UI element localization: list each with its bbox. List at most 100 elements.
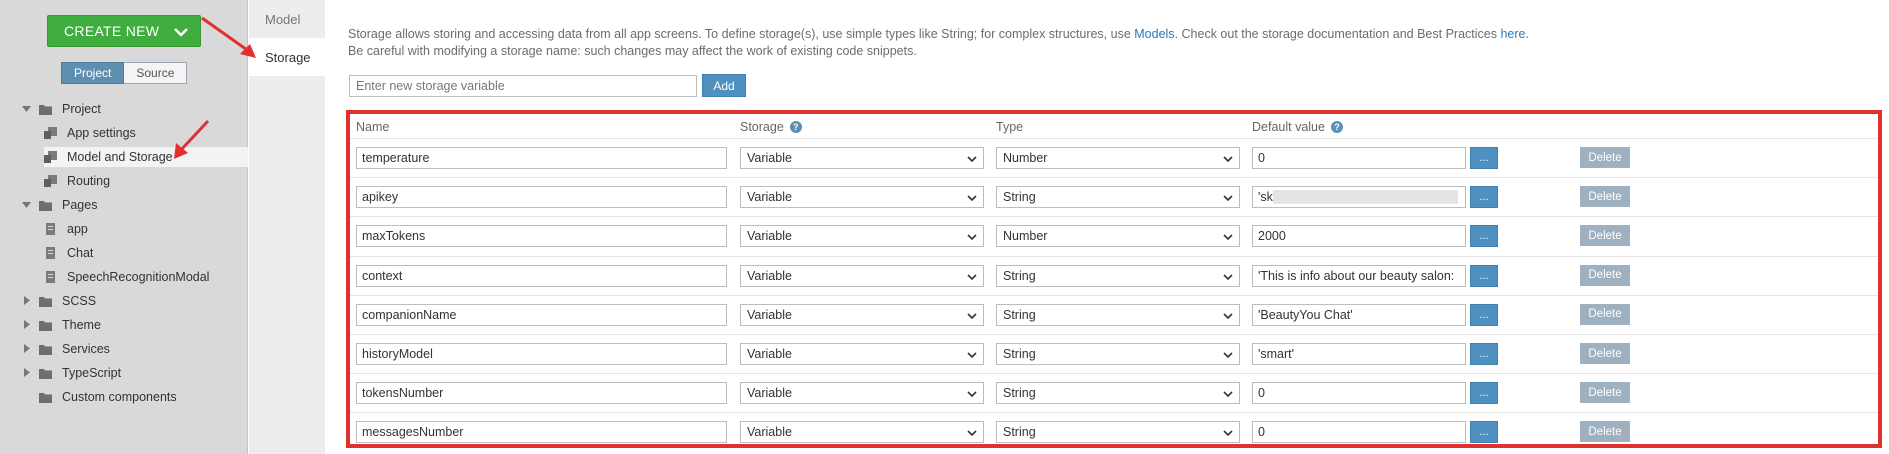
model-storage-nav: Model Storage [249, 0, 325, 454]
storage-select[interactable]: Variable [740, 264, 984, 287]
tree-item-speechrecognitionmodal[interactable]: SpeechRecognitionModal [44, 267, 209, 287]
tree-item-label: SCSS [62, 294, 97, 308]
edit-value-button[interactable]: ... [1470, 303, 1498, 326]
storage-select[interactable]: Variable [740, 343, 984, 365]
storage-select[interactable]: Variable [740, 303, 984, 326]
settings-page-icon [44, 127, 57, 139]
table-row: Variable String... Delete [350, 373, 1878, 412]
tab-model[interactable]: Model [249, 0, 325, 38]
storage-name-input[interactable] [356, 382, 727, 405]
add-variable-button[interactable]: Add [702, 74, 746, 97]
select-value: Variable [747, 229, 792, 244]
storage-name-input[interactable] [356, 186, 727, 209]
tree-item-label: Project [62, 102, 101, 116]
edit-value-button[interactable]: ... [1470, 264, 1498, 287]
default-value-input[interactable] [1252, 264, 1466, 287]
caret-right-icon[interactable] [22, 344, 32, 354]
storage-name-input[interactable] [356, 225, 727, 248]
page-icon [44, 247, 57, 259]
select-value: Variable [747, 307, 792, 322]
type-select[interactable]: Number [996, 147, 1240, 169]
type-select[interactable]: String [996, 186, 1240, 209]
tree-item-scss[interactable]: SCSS [22, 291, 96, 311]
info-warning: Be careful with modifying a storage name… [348, 44, 917, 58]
caret-right-icon[interactable] [22, 296, 32, 306]
default-value-input[interactable] [1252, 421, 1466, 444]
folder-icon [39, 295, 52, 307]
tree-item-theme[interactable]: Theme [22, 315, 101, 335]
caret-right-icon[interactable] [22, 368, 32, 378]
type-select[interactable]: String [996, 264, 1240, 287]
source-toggle-button[interactable]: Source [124, 62, 188, 84]
tab-storage[interactable]: Storage [249, 38, 325, 76]
storage-name-input[interactable] [356, 421, 727, 444]
delete-button[interactable]: Delete [1580, 147, 1630, 168]
delete-button[interactable]: Delete [1580, 186, 1630, 208]
caret-down-icon[interactable] [22, 200, 32, 210]
help-icon[interactable]: ? [1330, 121, 1343, 133]
delete-button[interactable]: Delete [1580, 343, 1630, 364]
type-select[interactable]: Number [996, 225, 1240, 248]
folder-icon [39, 319, 52, 331]
tree-item-app-settings[interactable]: App settings [44, 123, 136, 143]
default-value-input[interactable] [1252, 225, 1466, 248]
new-storage-variable-input[interactable] [349, 75, 697, 97]
select-value: Number [1003, 229, 1048, 244]
edit-value-button[interactable]: ... [1470, 343, 1498, 365]
folder-icon [39, 391, 52, 403]
storage-name-input[interactable] [356, 147, 727, 169]
storage-select[interactable]: Variable [740, 186, 984, 209]
tree-item-routing[interactable]: Routing [44, 171, 110, 191]
edit-value-button[interactable]: ... [1470, 147, 1498, 169]
default-value-input[interactable] [1252, 343, 1466, 365]
create-new-button[interactable]: CREATE NEW [47, 15, 201, 47]
models-link[interactable]: Models [1134, 27, 1174, 41]
type-select[interactable]: String [996, 382, 1240, 405]
select-value: String [1003, 386, 1036, 401]
column-header-storage: Storage ? [740, 120, 802, 134]
delete-button[interactable]: Delete [1580, 225, 1630, 247]
tree-item-services[interactable]: Services [22, 339, 110, 359]
tree-item-project[interactable]: Project [22, 99, 101, 119]
select-value: Variable [747, 151, 792, 165]
storage-select[interactable]: Variable [740, 382, 984, 405]
delete-button[interactable]: Delete [1580, 421, 1630, 443]
type-select[interactable]: String [996, 303, 1240, 326]
default-value-input[interactable] [1252, 382, 1466, 405]
help-icon[interactable]: ? [789, 121, 802, 133]
type-select[interactable]: String [996, 421, 1240, 444]
tree-item-app[interactable]: app [44, 219, 88, 239]
type-select[interactable]: String [996, 343, 1240, 365]
tree-item-typescript[interactable]: TypeScript [22, 363, 121, 383]
caret-right-icon[interactable] [22, 320, 32, 330]
edit-value-button[interactable]: ... [1470, 186, 1498, 209]
delete-button[interactable]: Delete [1580, 264, 1630, 286]
storage-name-input[interactable] [356, 343, 727, 365]
storage-select[interactable]: Variable [740, 147, 984, 169]
delete-button[interactable]: Delete [1580, 303, 1630, 325]
storage-select[interactable]: Variable [740, 421, 984, 444]
table-row: Variable String... Delete [350, 412, 1878, 444]
edit-value-button[interactable]: ... [1470, 382, 1498, 405]
select-value: Variable [747, 425, 792, 440]
default-value-input[interactable] [1252, 303, 1466, 326]
edit-value-button[interactable]: ... [1470, 421, 1498, 444]
caret-down-icon[interactable] [22, 104, 32, 114]
tree-item-pages[interactable]: Pages [22, 195, 97, 215]
default-value-input[interactable] [1252, 147, 1466, 169]
storage-name-input[interactable] [356, 264, 727, 287]
folder-icon [39, 103, 52, 115]
storage-info-text: Storage allows storing and accessing dat… [348, 26, 1529, 60]
select-value: Variable [747, 268, 792, 283]
delete-button[interactable]: Delete [1580, 382, 1630, 404]
storage-select[interactable]: Variable [740, 225, 984, 248]
storage-name-input[interactable] [356, 303, 727, 326]
header-label: Default value [1252, 120, 1325, 134]
tree-item-model-and-storage[interactable]: Model and Storage [44, 147, 248, 167]
select-value: String [1003, 190, 1036, 205]
tree-item-chat[interactable]: Chat [44, 243, 93, 263]
best-practices-link[interactable]: here [1500, 27, 1525, 41]
project-toggle-button[interactable]: Project [61, 62, 125, 84]
tree-item-custom-components[interactable]: Custom components [22, 387, 177, 407]
edit-value-button[interactable]: ... [1470, 225, 1498, 248]
